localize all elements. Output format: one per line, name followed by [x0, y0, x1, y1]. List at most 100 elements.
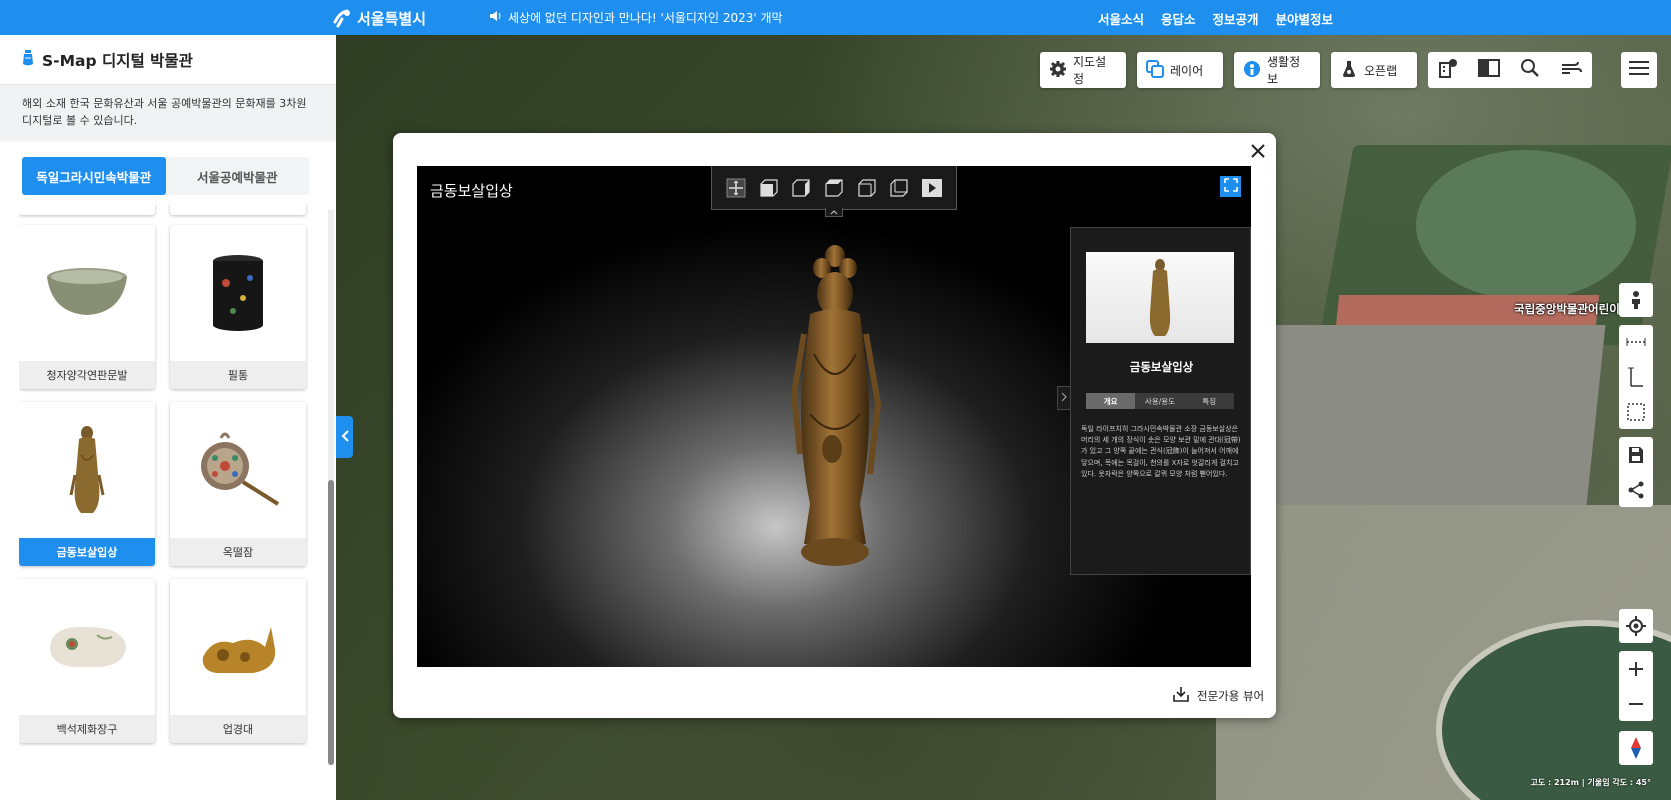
list-item[interactable]: [19, 205, 155, 215]
fit-view-icon[interactable]: [726, 178, 746, 198]
map-status: 고도 : 212m | 기울임 각도 : 45°: [1530, 778, 1651, 787]
sidebar-description: 해외 소재 한국 문화유산과 서울 공예박물관의 문화재를 3차원 디지털로 볼…: [0, 85, 336, 141]
wind-icon[interactable]: [1560, 59, 1582, 81]
seoul-logo-icon: [333, 8, 353, 28]
open-lab-button[interactable]: 오픈랩: [1331, 52, 1417, 88]
tab-usage[interactable]: 사용/용도: [1135, 393, 1184, 409]
nav-info-disclosure[interactable]: 정보공개: [1213, 9, 1259, 28]
close-button[interactable]: [1247, 141, 1269, 163]
speaker-icon: [489, 10, 503, 25]
sidebar-collapse-button[interactable]: [336, 416, 353, 458]
share-icon[interactable]: [1619, 473, 1653, 507]
play-icon[interactable]: [921, 178, 942, 198]
sidebar-scrollbar-thumb[interactable]: [328, 480, 334, 765]
compass-button[interactable]: [1619, 731, 1653, 765]
panel-title: 금동보살입상: [1129, 360, 1194, 374]
tab-grassi-museum[interactable]: 독일그라시민속박물관: [22, 157, 166, 195]
jade-hairpin-icon: [170, 402, 306, 538]
life-info-button[interactable]: 생활정보: [1234, 52, 1320, 88]
artifact-info-panel: 금동보살입상 개요 사용/용도 특징 독일 라이프치히 그라시민속박물관 소장 …: [1070, 227, 1251, 575]
artifact-label: 금동보살입상: [19, 538, 155, 566]
map-settings-button[interactable]: 지도설정: [1040, 52, 1126, 88]
nav-field-info[interactable]: 분야별정보: [1276, 9, 1334, 28]
my-location-button[interactable]: [1619, 609, 1653, 643]
viewer-title: 금동보살입상: [430, 182, 513, 200]
search-map-icon[interactable]: [1520, 58, 1540, 82]
sidebar-header: S-Map 디지털 박물관: [0, 35, 336, 85]
menu-icon: [1629, 60, 1649, 80]
cube-back-icon[interactable]: [791, 178, 811, 198]
sidebar-title: S-Map 디지털 박물관: [42, 51, 193, 70]
open-lab-label: 오픈랩: [1364, 63, 1398, 78]
artifact-label: 옥떨잠: [170, 538, 306, 566]
nav-seoul-news[interactable]: 서울소식: [1098, 9, 1144, 28]
bodhisattva-statue-icon: [19, 402, 155, 538]
save-share-tools: [1619, 437, 1653, 507]
artifact-card-bodhisattva[interactable]: 금동보살입상: [19, 402, 155, 566]
height-icon[interactable]: [1619, 360, 1653, 394]
artifact-card-jade-hairpin[interactable]: 옥떨잠: [170, 402, 306, 566]
layer-button[interactable]: 레이어: [1137, 52, 1223, 88]
map-icon-bar: [1428, 52, 1592, 88]
zoom-in-icon[interactable]: [1619, 652, 1653, 686]
tab-overview[interactable]: 개요: [1086, 393, 1136, 409]
list-item[interactable]: [170, 205, 306, 215]
zoom-out-icon[interactable]: [1619, 687, 1653, 721]
artifact-label: 필통: [170, 361, 306, 389]
save-icon[interactable]: [1619, 438, 1653, 472]
zoom-controls: [1619, 651, 1653, 721]
cube-left-icon[interactable]: [824, 178, 844, 198]
3d-viewer[interactable]: 금동보살입상 금동보살입상 개요 사용/용도 특징 독일 라이프치히 그라시민속…: [417, 166, 1251, 667]
museum-tabs: 독일그라시민속박물관 서울공예박물관: [22, 157, 309, 195]
layer-label: 레이어: [1170, 63, 1204, 78]
artifact-thumbnail: [1086, 252, 1234, 343]
artifact-card-brush-holder[interactable]: 필통: [170, 225, 306, 389]
measure-tools: [1619, 325, 1653, 429]
cube-front-icon[interactable]: [759, 178, 779, 198]
artifact-card-celadon-bowl[interactable]: 청자양각연판문발: [19, 225, 155, 389]
artifact-label: 청자양각연판문발: [19, 361, 155, 389]
mirror-stand-icon: [170, 579, 306, 715]
artifact-label: 백석제화장구: [19, 715, 155, 743]
tab-seoul-craft-museum[interactable]: 서울공예박물관: [166, 157, 310, 195]
panel-toggle-handle[interactable]: [1057, 386, 1070, 410]
sidebar: S-Map 디지털 박물관 해외 소재 한국 문화유산과 서울 공예박물관의 문…: [0, 35, 336, 800]
artifact-grid: 청자양각연판문발 필통 금동보살입상 옥떨잠 백석제화장구 업경대: [19, 205, 309, 765]
notice-text: 세상에 없던 디자인과 만나다! '서울디자인 2023' 개막: [508, 11, 783, 25]
fullscreen-icon: [1223, 177, 1238, 196]
expert-viewer-button[interactable]: 전문가용 뷰어: [1173, 686, 1264, 705]
artifact-modal: 금동보살입상 금동보살입상 개요 사용/용도 특징 독일 라이프치히 그라시민속…: [393, 133, 1276, 718]
museum-vase-icon: [22, 49, 34, 70]
fullscreen-button[interactable]: [1220, 176, 1241, 197]
locate-icon: [1619, 609, 1653, 643]
panel-description: 독일 라이프치히 그라시민속박물관 소장 금동보살상은 머리의 세 개의 장식이…: [1081, 425, 1241, 478]
hamburger-menu-button[interactable]: [1621, 52, 1657, 88]
cosmetic-case-icon: [19, 579, 155, 715]
download-icon: [1173, 686, 1189, 705]
close-icon: [1251, 142, 1265, 163]
area-icon[interactable]: [1619, 395, 1653, 429]
map-place-label[interactable]: 국립중앙박물관어린이: [1514, 301, 1620, 317]
seoul-logo[interactable]: 서울특별시: [333, 6, 426, 30]
artifact-card-mirror-stand[interactable]: 업경대: [170, 579, 306, 743]
chevron-right-icon: [1061, 392, 1067, 405]
cube-top-icon[interactable]: [889, 178, 909, 198]
panel-tabs: 개요 사용/용도 특징: [1086, 393, 1234, 409]
chevron-left-icon: [341, 429, 349, 445]
artifact-card-cosmetic-case[interactable]: 백석제화장구: [19, 579, 155, 743]
cube-right-icon[interactable]: [857, 178, 877, 198]
street-view-button[interactable]: [1619, 283, 1653, 317]
tab-features[interactable]: 특징: [1185, 393, 1234, 409]
split-view-icon[interactable]: [1478, 59, 1500, 81]
nav-response-center[interactable]: 응답소: [1161, 9, 1196, 28]
map-stadium-roof: [1416, 150, 1636, 300]
bodhisattva-3d-model[interactable]: [780, 244, 890, 569]
building-info-icon[interactable]: [1438, 58, 1458, 82]
map-settings-label: 지도설정: [1073, 55, 1107, 86]
notice-banner[interactable]: 세상에 없던 디자인과 만나다! '서울디자인 2023' 개막: [489, 9, 783, 26]
brush-holder-icon: [170, 225, 306, 361]
artifact-label: 업경대: [170, 715, 306, 743]
distance-icon[interactable]: [1619, 325, 1653, 359]
life-info-icon: [1243, 60, 1261, 81]
toolbar-collapse-handle[interactable]: [825, 208, 843, 217]
